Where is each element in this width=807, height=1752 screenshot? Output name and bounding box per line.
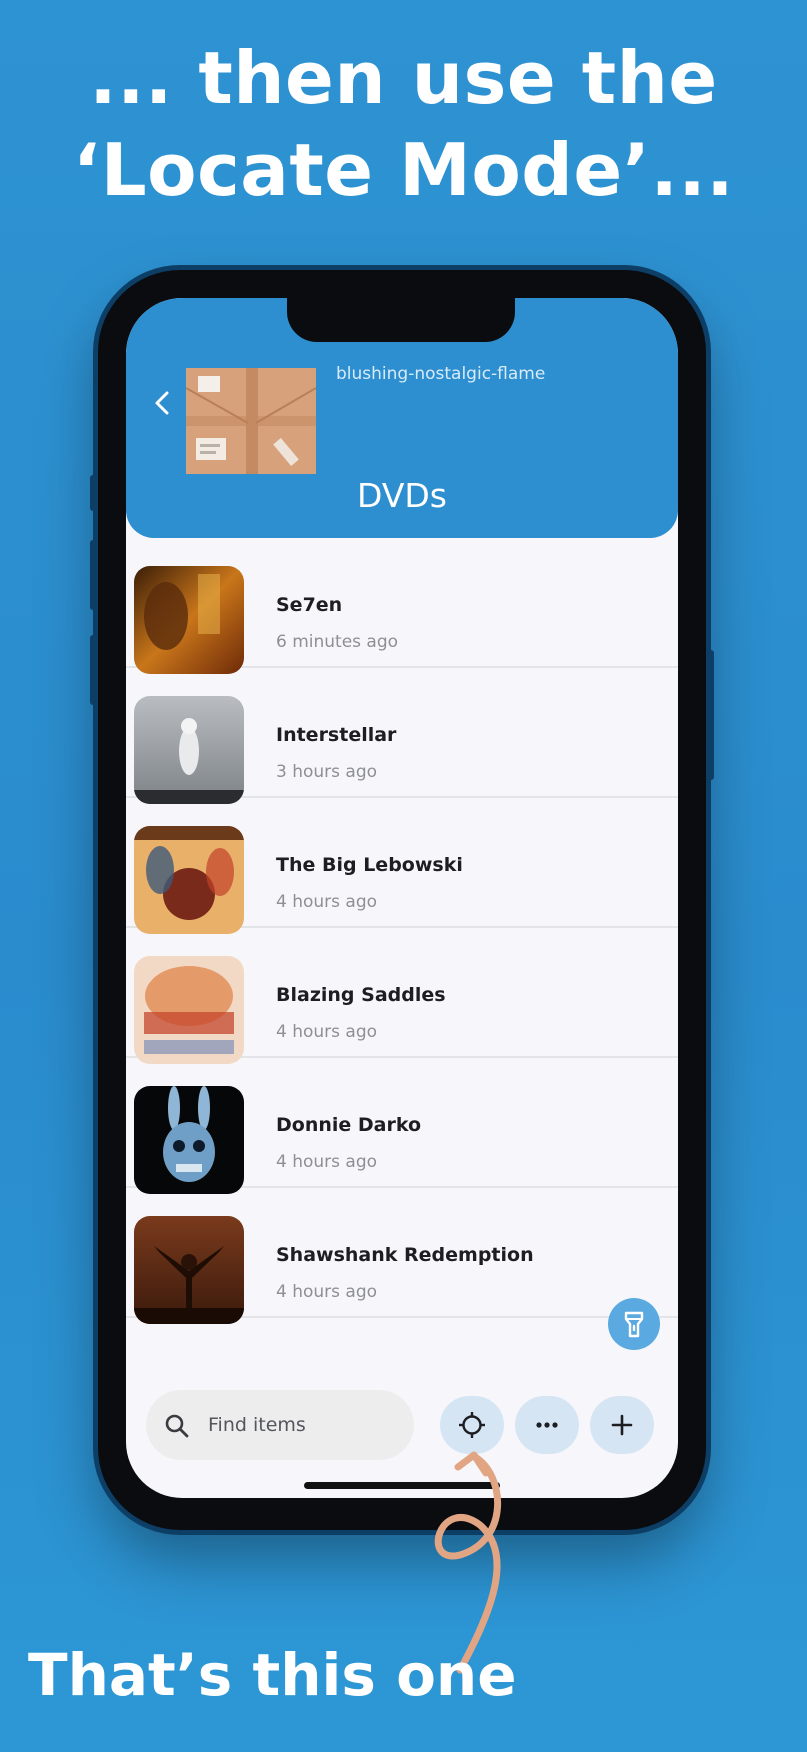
item-title: Shawshank Redemption: [276, 1244, 534, 1266]
headline-line-2: ‘Locate Mode’...: [72, 128, 735, 212]
poster-se7en: [134, 566, 244, 674]
list-item[interactable]: Blazing Saddles 4 hours ago: [126, 928, 678, 1064]
page-title: DVDs: [356, 476, 447, 515]
item-timestamp: 4 hours ago: [276, 1022, 378, 1042]
item-timestamp: 4 hours ago: [276, 1282, 378, 1302]
phone-volume-down: [90, 635, 96, 705]
back-button[interactable]: [148, 388, 178, 418]
footer-caption: That’s this one: [28, 1641, 517, 1709]
item-timestamp: 4 hours ago: [276, 1152, 378, 1172]
item-timestamp: 4 hours ago: [276, 892, 378, 912]
list-item[interactable]: Se7en 6 minutes ago: [126, 538, 678, 674]
poster-blazing-saddles: [134, 956, 244, 1064]
phone-mute-switch: [90, 475, 96, 511]
poster-interstellar: [134, 696, 244, 804]
chevron-left-icon: [155, 391, 169, 415]
list-item[interactable]: The Big Lebowski 4 hours ago: [126, 798, 678, 934]
poster-big-lebowski: [134, 826, 244, 934]
item-title: Se7en: [276, 594, 343, 616]
list-item[interactable]: Donnie Darko 4 hours ago: [126, 1058, 678, 1194]
box-id-label: blushing-nostalgic-flame: [336, 364, 546, 384]
phone-notch: [287, 298, 515, 342]
item-title: Donnie Darko: [276, 1114, 422, 1136]
poster-shawshank: [134, 1216, 244, 1324]
poster-donnie-darko: [134, 1086, 244, 1194]
item-timestamp: 3 hours ago: [276, 762, 378, 782]
list-item[interactable]: Interstellar 3 hours ago: [126, 668, 678, 804]
phone-power-button: [708, 650, 714, 780]
box-image: [186, 368, 316, 474]
list-item[interactable]: Shawshank Redemption 4 hours ago: [126, 1188, 678, 1324]
app-screen: blushing-nostalgic-flame DVDs Se7en 6 mi…: [126, 298, 678, 1498]
search-icon: [165, 1414, 189, 1438]
item-title: Interstellar: [276, 724, 397, 746]
search-input[interactable]: Find items: [146, 1390, 414, 1460]
flashlight-button[interactable]: [608, 1298, 660, 1350]
item-title: The Big Lebowski: [276, 854, 463, 876]
item-list: Se7en 6 minutes ago Interstellar 3 hours…: [126, 538, 678, 1324]
phone-volume-up: [90, 540, 96, 610]
headline-line-1: ... then use the: [89, 36, 718, 120]
item-title: Blazing Saddles: [276, 984, 446, 1006]
more-icon: [536, 1422, 558, 1428]
add-item-button[interactable]: [590, 1396, 654, 1454]
phone-frame: blushing-nostalgic-flame DVDs Se7en 6 mi…: [90, 270, 714, 1530]
flashlight-icon: [624, 1311, 644, 1338]
headline: ... then use the ‘Locate Mode’...: [0, 32, 807, 216]
item-timestamp: 6 minutes ago: [276, 632, 399, 652]
plus-icon: [611, 1414, 633, 1436]
search-placeholder: Find items: [208, 1414, 306, 1436]
crosshair-icon: [459, 1412, 485, 1438]
